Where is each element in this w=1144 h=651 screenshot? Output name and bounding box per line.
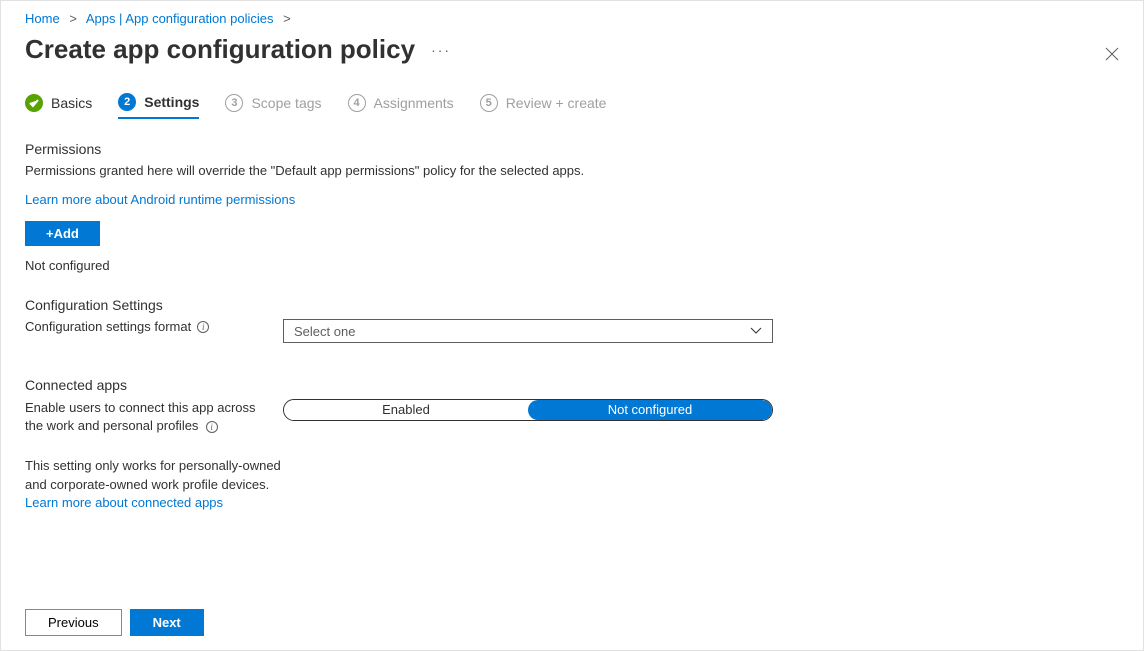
connected-apps-title: Connected apps bbox=[25, 377, 1119, 393]
permissions-title: Permissions bbox=[25, 141, 1119, 157]
close-button[interactable] bbox=[1105, 47, 1119, 66]
config-format-select[interactable]: Select one bbox=[283, 319, 773, 343]
toggle-not-configured[interactable]: Not configured bbox=[528, 400, 772, 420]
config-settings-title: Configuration Settings bbox=[25, 297, 1119, 313]
permissions-desc: Permissions granted here will override t… bbox=[25, 163, 1119, 178]
step-assignments[interactable]: 4 Assignments bbox=[348, 93, 454, 119]
previous-button[interactable]: Previous bbox=[25, 609, 122, 636]
chevron-down-icon bbox=[750, 324, 762, 338]
step-review-create[interactable]: 5 Review + create bbox=[480, 93, 607, 119]
next-button[interactable]: Next bbox=[130, 609, 204, 636]
breadcrumb-apps[interactable]: Apps | App configuration policies bbox=[86, 11, 274, 26]
connected-apps-desc: Enable users to connect this app across … bbox=[25, 399, 271, 435]
breadcrumb-sep: > bbox=[283, 11, 291, 26]
info-icon[interactable]: i bbox=[206, 421, 218, 433]
step-label: Settings bbox=[144, 94, 199, 110]
step-label: Review + create bbox=[506, 95, 607, 111]
select-placeholder: Select one bbox=[294, 324, 355, 339]
breadcrumb-home[interactable]: Home bbox=[25, 11, 60, 26]
step-label: Assignments bbox=[374, 95, 454, 111]
page-title: Create app configuration policy bbox=[25, 34, 415, 65]
breadcrumb-sep: > bbox=[69, 11, 77, 26]
step-number-icon: 4 bbox=[348, 94, 366, 112]
more-actions-button[interactable]: ··· bbox=[431, 42, 451, 58]
step-basics[interactable]: Basics bbox=[25, 93, 92, 119]
step-scope-tags[interactable]: 3 Scope tags bbox=[225, 93, 321, 119]
wizard-steps: Basics 2 Settings 3 Scope tags 4 Assignm… bbox=[25, 93, 1119, 119]
permissions-status: Not configured bbox=[25, 258, 1119, 273]
step-label: Basics bbox=[51, 95, 92, 111]
step-number-icon: 5 bbox=[480, 94, 498, 112]
connected-apps-learn-more-link[interactable]: Learn more about connected apps bbox=[25, 495, 223, 510]
check-icon bbox=[25, 94, 43, 112]
config-format-label: Configuration settings format bbox=[25, 319, 191, 334]
step-number-icon: 3 bbox=[225, 94, 243, 112]
step-settings[interactable]: 2 Settings bbox=[118, 93, 199, 119]
connected-apps-note: This setting only works for personally-o… bbox=[25, 457, 285, 512]
connected-apps-toggle: Enabled Not configured bbox=[283, 399, 773, 421]
step-label: Scope tags bbox=[251, 95, 321, 111]
add-button[interactable]: +Add bbox=[25, 221, 100, 246]
info-icon[interactable]: i bbox=[197, 321, 209, 333]
toggle-enabled[interactable]: Enabled bbox=[284, 400, 528, 420]
step-number-icon: 2 bbox=[118, 93, 136, 111]
permissions-learn-more-link[interactable]: Learn more about Android runtime permiss… bbox=[25, 192, 1119, 207]
breadcrumb: Home > Apps | App configuration policies… bbox=[25, 11, 1119, 26]
close-icon bbox=[1105, 47, 1119, 61]
